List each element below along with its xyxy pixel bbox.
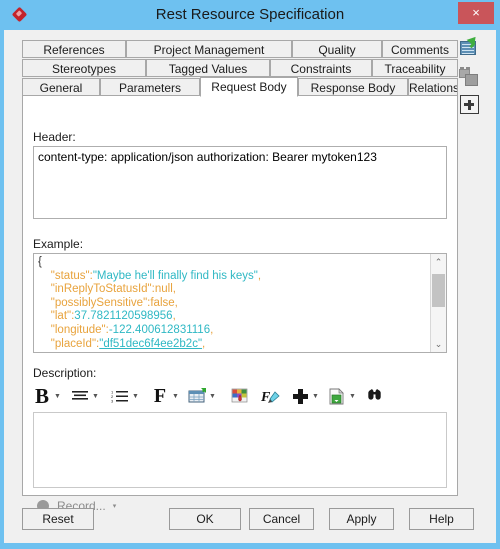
tab-row-2: Stereotypes Tagged Values Constraints Tr… [22, 59, 458, 78]
description-label: Description: [33, 366, 97, 380]
example-code-line: "lat":37.7821120598956, [50, 310, 176, 323]
tab-request-body[interactable]: Request Body [200, 77, 298, 97]
help-button[interactable]: Help [409, 508, 474, 530]
font-button[interactable]: F ▼ [149, 382, 180, 410]
document-icon [326, 383, 348, 409]
document-button[interactable]: ▼ [326, 382, 357, 410]
request-body-panel: Header: content-type: application/json a… [22, 96, 458, 513]
scrollbar-thumb[interactable] [432, 274, 445, 307]
scroll-up-icon[interactable]: ⌃ [431, 254, 446, 270]
insert-table-icon [186, 383, 208, 409]
example-code-line: "inReplyToStatusId":null, [50, 283, 176, 296]
button-bar: Reset OK Cancel Apply Help [4, 502, 496, 543]
align-button[interactable]: ▼ [69, 382, 100, 410]
bold-caret-icon[interactable]: ▼ [53, 382, 62, 410]
format-painter-button[interactable]: F [259, 382, 281, 410]
example-code-line: "placeId":"df51dec6f4ee2b2c", [50, 337, 206, 350]
header-label: Header: [33, 130, 76, 144]
example-input[interactable]: { "status":"Maybe he'll finally find his… [33, 253, 447, 353]
insert-table-button[interactable]: ▼ [186, 382, 217, 410]
reset-button[interactable]: Reset [22, 508, 94, 530]
tab-row-3: General Parameters Request Body Response… [22, 77, 458, 97]
report-icon[interactable] [458, 33, 484, 62]
dialog-body: References Project Management Quality Co… [4, 30, 496, 543]
tab-quality[interactable]: Quality [292, 40, 382, 58]
insert-caret-icon[interactable]: ▼ [311, 382, 320, 410]
example-code-line: "status":"Maybe he'll finally find his k… [50, 269, 262, 282]
align-caret-icon[interactable]: ▼ [91, 382, 100, 410]
apply-button[interactable]: Apply [329, 508, 394, 530]
document-caret-icon[interactable]: ▼ [348, 382, 357, 410]
window-bottom-edge [0, 543, 500, 549]
example-code-line: "possiblySensitive":false, [50, 296, 178, 309]
close-button[interactable]: × [458, 2, 494, 24]
ok-button[interactable]: OK [169, 508, 241, 530]
svg-text:F: F [261, 390, 271, 405]
example-code-line: { [38, 256, 42, 268]
insert-button[interactable]: ▼ [289, 382, 320, 410]
add-icon[interactable] [458, 92, 484, 118]
cancel-button[interactable]: Cancel [249, 508, 314, 530]
description-input[interactable] [33, 412, 447, 488]
font-icon: F [153, 384, 167, 407]
description-toolbar: B ▼ ▼ 1 2 3 ▼ F ▼ ▼ F ▼ ▼ [31, 382, 451, 412]
align-icon [69, 383, 91, 409]
tab-project-management[interactable]: Project Management [126, 40, 292, 58]
header-input[interactable]: content-type: application/json authoriza… [33, 146, 447, 219]
format-painter-icon: F [259, 383, 281, 409]
list-icon: 1 2 3 [109, 383, 131, 409]
tab-constraints[interactable]: Constraints [270, 59, 372, 77]
tab-row-1: References Project Management Quality Co… [22, 40, 458, 59]
tab-stereotypes[interactable]: Stereotypes [22, 59, 146, 77]
tab-response-body[interactable]: Response Body [298, 78, 408, 96]
right-rail [458, 33, 488, 126]
title-bar: Rest Resource Specification × [0, 0, 500, 30]
example-code-line: "longitude":-122.400612831116, [50, 323, 214, 336]
example-json-code: { "status":"Maybe he'll finally find his… [34, 254, 430, 352]
list-button[interactable]: 1 2 3 ▼ [109, 382, 140, 410]
bold-icon: B [34, 383, 49, 408]
find-button[interactable] [363, 382, 385, 410]
color-palette-button[interactable] [229, 382, 251, 410]
dialog-window: Rest Resource Specification × References… [0, 0, 500, 549]
tab-tagged-values[interactable]: Tagged Values [146, 59, 270, 77]
color-palette-icon [229, 383, 251, 409]
svg-text:3: 3 [111, 399, 114, 404]
example-scrollbar[interactable]: ⌃ ⌄ [430, 254, 446, 352]
tab-general[interactable]: General [22, 78, 100, 96]
bold-button[interactable]: B ▼ [31, 382, 62, 410]
tab-traceability[interactable]: Traceability [372, 59, 458, 77]
component-icon[interactable] [458, 66, 484, 92]
tab-references[interactable]: References [22, 40, 126, 58]
tab-comments[interactable]: Comments [382, 40, 458, 58]
tab-strip: References Project Management Quality Co… [22, 40, 458, 97]
insert-table-caret-icon[interactable]: ▼ [208, 382, 217, 410]
plus-icon [289, 383, 311, 409]
scroll-down-icon[interactable]: ⌄ [431, 336, 446, 352]
binoculars-icon [363, 383, 385, 409]
tab-parameters[interactable]: Parameters [100, 78, 200, 96]
page-title: Rest Resource Specification [155, 6, 345, 23]
font-caret-icon[interactable]: ▼ [171, 382, 180, 410]
example-label: Example: [33, 237, 84, 251]
tab-relations[interactable]: Relations [408, 78, 458, 96]
list-caret-icon[interactable]: ▼ [131, 382, 140, 410]
